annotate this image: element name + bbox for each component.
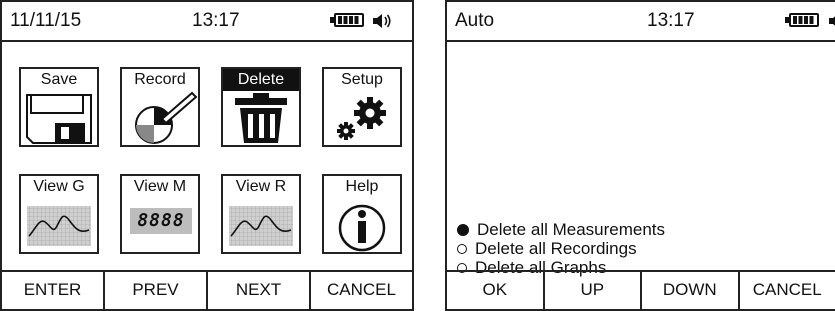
option-label: Delete all Measurements (477, 220, 666, 239)
cancel-button[interactable]: CANCEL (311, 272, 412, 309)
option-delete-measurements[interactable]: Delete all Measurements (457, 220, 665, 239)
status-bar: Auto 13:17 (447, 2, 835, 42)
next-button[interactable]: NEXT (208, 272, 311, 309)
option-delete-recordings[interactable]: Delete all Recordings (457, 239, 665, 258)
enter-button[interactable]: ENTER (2, 272, 105, 309)
tile-label: View R (235, 178, 287, 195)
prev-button[interactable]: PREV (105, 272, 208, 309)
tile-label: Record (134, 71, 186, 88)
pen-chart-icon (135, 91, 198, 144)
softkey-bar: OK UP DOWN CANCEL (447, 270, 835, 309)
menu-tile-save[interactable]: Save (19, 67, 99, 147)
speaker-icon (829, 16, 835, 26)
status-date: 11/11/15 (10, 10, 82, 31)
tile-label: Delete (223, 69, 299, 91)
menu-tile-help[interactable]: Help (322, 174, 402, 254)
trash-icon (235, 93, 287, 143)
cancel-button[interactable]: CANCEL (740, 272, 835, 309)
speaker-icon (373, 14, 391, 28)
delete-screen: Auto 13:17 Delete all Measurements Delet… (445, 0, 835, 311)
softkey-bar: ENTER PREV NEXT CANCEL (2, 270, 412, 309)
menu-tile-view-r[interactable]: View R (221, 174, 301, 254)
up-button[interactable]: UP (545, 272, 642, 309)
graph-icon (229, 206, 293, 246)
menu-tile-delete[interactable]: Delete (221, 67, 301, 147)
main-menu-screen: 11/11/15 13:17 Save Record Delete Setup … (0, 0, 414, 311)
status-bar: 11/11/15 13:17 (2, 2, 412, 42)
floppy-disk-icon (26, 94, 92, 144)
radio-selected-icon[interactable] (457, 223, 469, 236)
status-time: 13:17 (647, 10, 695, 31)
option-label: Delete all Recordings (475, 239, 637, 258)
menu-tile-record[interactable]: Record (120, 67, 200, 147)
info-icon (338, 204, 386, 252)
menu-tile-setup[interactable]: Setup (322, 67, 402, 147)
ok-button[interactable]: OK (447, 272, 545, 309)
tile-label: View G (33, 178, 85, 195)
menu-tile-view-m[interactable]: View M 8888 (120, 174, 200, 254)
delete-options: Delete all Measurements Delete all Recor… (457, 220, 665, 277)
status-mode: Auto (455, 10, 495, 31)
menu-tile-view-g[interactable]: View G (19, 174, 99, 254)
radio-icon[interactable] (457, 243, 467, 254)
tile-label: Help (345, 178, 379, 195)
tile-label: View M (133, 178, 187, 195)
down-button[interactable]: DOWN (642, 272, 740, 309)
tile-label: Setup (341, 71, 383, 88)
status-time: 13:17 (192, 10, 240, 31)
graph-icon (27, 206, 91, 246)
gears-icon (337, 97, 386, 140)
tile-label: Save (40, 71, 78, 88)
lcd-digits-icon: 8888 (130, 208, 192, 234)
